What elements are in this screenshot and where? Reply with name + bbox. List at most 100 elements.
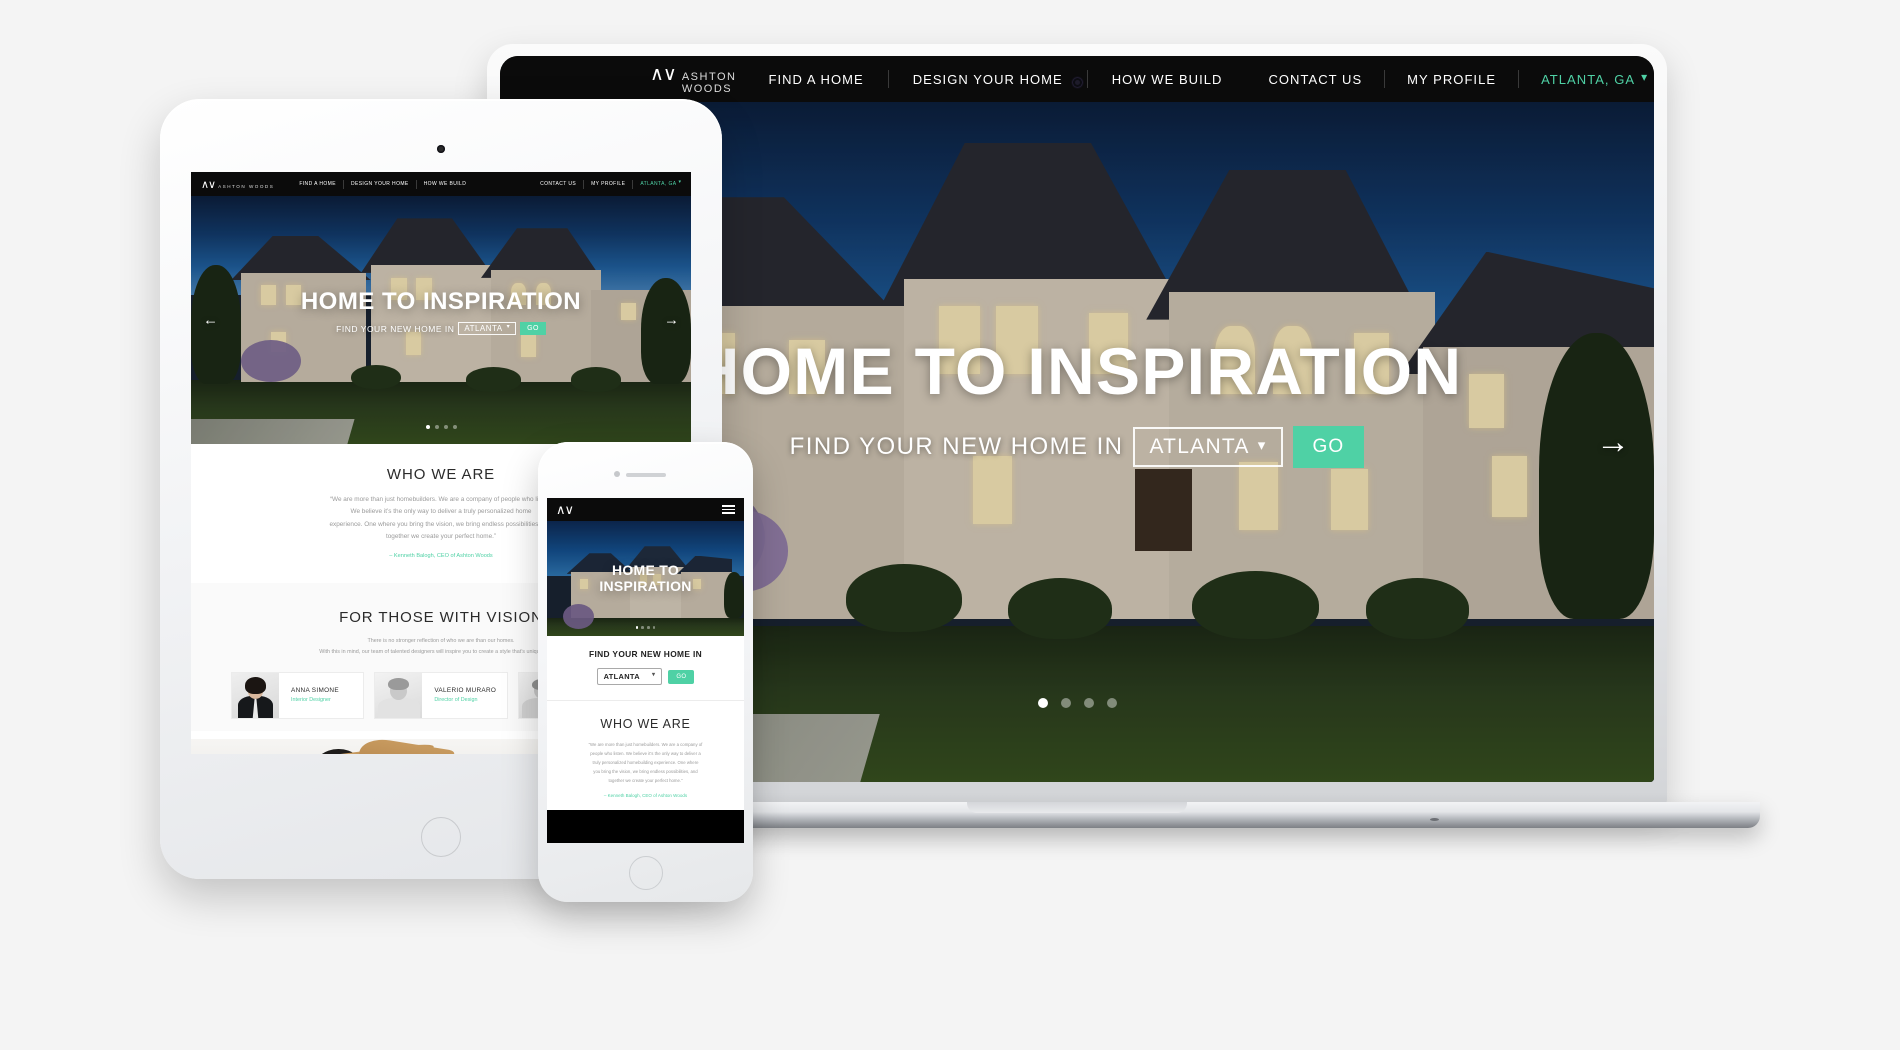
nav-link-my-profile[interactable]: MY PROFILE — [584, 181, 632, 187]
tablet-brand-logo[interactable]: ∧∨ ASHTON WOODS — [201, 178, 274, 191]
nav-location-selector[interactable]: ATLANTA, GA — [1519, 72, 1641, 87]
hero-title-line-2: INSPIRATION — [599, 578, 692, 594]
designer-photo — [375, 672, 423, 718]
chevron-down-icon: ▾ — [506, 324, 511, 330]
laptop-webcam-icon — [1072, 78, 1082, 87]
carousel-dot-3[interactable] — [443, 425, 448, 429]
who-we-are-attribution: – Kenneth Balogh, CEO of Ashton Woods — [603, 793, 688, 799]
tablet-hero-content: HOME TO INSPIRATION FIND YOUR NEW HOME I… — [191, 290, 691, 335]
carousel-dot-2[interactable] — [641, 626, 644, 629]
hero-search-form[interactable]: FIND YOUR NEW HOME IN ATLANTA ▾ GO — [191, 322, 691, 335]
carousel-dot-2[interactable] — [434, 425, 439, 429]
phone-search-form[interactable]: ATLANTA ▾ GO — [557, 668, 734, 685]
nav-link-design-your-home[interactable]: DESIGN YOUR HOME — [889, 72, 1087, 87]
carousel-dot-1[interactable] — [635, 626, 639, 629]
phone-search-label: FIND YOUR NEW HOME IN — [589, 649, 702, 659]
carousel-dot-4[interactable] — [452, 425, 457, 429]
phone-screen: ∧∨ HOME TO INSPIRATION FIND YOUR NEW HOM… — [547, 498, 744, 843]
go-button[interactable]: GO — [1292, 426, 1365, 468]
who-we-are-quote: “We are more than just homebuilders. We … — [561, 740, 730, 785]
designer-name: VALERIO MURARO — [434, 687, 497, 695]
aw-monogram-icon: ∧∨ — [650, 64, 677, 85]
designer-role: Director of Design — [434, 697, 478, 704]
carousel-dot-3[interactable] — [647, 626, 650, 629]
city-select[interactable]: ATLANTA ▾ — [458, 322, 517, 335]
carousel-dot-4[interactable] — [652, 626, 656, 629]
designer-role: Interior Designer — [291, 697, 331, 704]
designer-card[interactable]: ANNA SIMONE Interior Designer — [231, 671, 365, 719]
quote-line: you bring the vision, we bring endless p… — [593, 769, 698, 775]
laptop-trackpad-notch — [967, 802, 1187, 813]
designer-card[interactable]: VALERIO MURARO Director of Design — [374, 671, 508, 719]
phone-body: ∧∨ HOME TO INSPIRATION FIND YOUR NEW HOM… — [538, 442, 753, 902]
phone-search-section: FIND YOUR NEW HOME IN ATLANTA ▾ GO — [547, 636, 744, 701]
quote-line: “We are more than just homebuilders. We … — [588, 742, 703, 747]
hero-carousel-dots[interactable] — [547, 626, 744, 629]
phone-hero: HOME TO INSPIRATION — [547, 521, 744, 636]
chevron-down-icon: ▾ — [1257, 437, 1267, 454]
hero-prev-arrow[interactable]: ← — [203, 313, 218, 328]
phone-device: ∧∨ HOME TO INSPIRATION FIND YOUR NEW HOM… — [538, 442, 753, 902]
phone-camera-icon — [613, 471, 620, 477]
chevron-down-icon[interactable]: ▾ — [678, 179, 681, 185]
nav-link-how-we-build[interactable]: HOW WE BUILD — [417, 181, 474, 187]
quote-line: truly personalized homebuilding experien… — [592, 760, 699, 766]
chevron-down-icon: ▾ — [651, 672, 656, 678]
chevron-down-icon[interactable]: ▾ — [1641, 70, 1647, 84]
nav-link-my-profile[interactable]: MY PROFILE — [1385, 72, 1518, 87]
section-title-who-we-are: WHO WE ARE — [600, 717, 691, 731]
go-button[interactable]: GO — [520, 322, 546, 335]
quote-line: people who listen. We believe it’s the o… — [590, 751, 701, 757]
tablet-site-nav[interactable]: ∧∨ ASHTON WOODS FIND A HOME DESIGN YOUR … — [191, 172, 691, 196]
city-select[interactable]: ATLANTA ▾ — [1133, 427, 1283, 467]
hero-title-line-1: HOME TO — [611, 562, 680, 578]
carousel-dot-1[interactable] — [1037, 698, 1048, 708]
nav-location-selector[interactable]: ATLANTA, GA — [633, 181, 678, 187]
city-select[interactable]: ATLANTA ▾ — [596, 668, 663, 685]
scene-canvas: ∧∨ ASHTON WOODS FIND A HOME DESIGN YOUR … — [0, 0, 1900, 1050]
laptop-foot-right — [1430, 818, 1439, 821]
hero-carousel-dots[interactable] — [191, 425, 691, 429]
phone-who-we-are-section: WHO WE ARE “We are more than just homebu… — [547, 701, 744, 811]
tablet-hero: HOME TO INSPIRATION FIND YOUR NEW HOME I… — [191, 196, 691, 444]
city-select-value: ATLANTA — [603, 672, 640, 681]
designer-photo — [232, 672, 279, 718]
laptop-nav-utility[interactable]: CONTACT US MY PROFILE ATLANTA, GA ▾ — [1246, 70, 1647, 88]
phone-home-button[interactable] — [628, 856, 663, 890]
hero-next-arrow[interactable]: → — [1596, 425, 1630, 459]
city-select-value: ATLANTA — [1149, 435, 1250, 458]
carousel-dot-1[interactable] — [425, 425, 430, 429]
laptop-brand-logo[interactable]: ∧∨ ASHTON WOODS — [650, 63, 736, 95]
designer-info: VALERIO MURARO Director of Design — [422, 687, 496, 703]
carousel-dot-2[interactable] — [1060, 698, 1071, 708]
aw-monogram-icon[interactable]: ∧∨ — [556, 502, 574, 518]
nav-link-contact-us[interactable]: CONTACT US — [533, 181, 583, 187]
nav-link-find-a-home[interactable]: FIND A HOME — [292, 181, 343, 187]
aw-monogram-icon: ∧∨ — [201, 178, 216, 191]
nav-link-find-a-home[interactable]: FIND A HOME — [744, 72, 887, 87]
nav-link-how-we-build[interactable]: HOW WE BUILD — [1088, 72, 1247, 87]
hero-subtitle: FIND YOUR NEW HOME IN — [789, 433, 1124, 460]
quote-line: together we create your perfect home.” — [608, 778, 683, 784]
designer-info: ANNA SIMONE Interior Designer — [279, 687, 339, 703]
brand-wordmark: ASHTON WOODS — [681, 71, 737, 95]
tablet-nav-links[interactable]: FIND A HOME DESIGN YOUR HOME HOW WE BUIL… — [292, 179, 474, 189]
go-button[interactable]: GO — [668, 669, 695, 684]
hamburger-icon[interactable] — [722, 505, 735, 514]
tablet-nav-utility[interactable]: CONTACT US MY PROFILE ATLANTA, GA ▾ — [533, 179, 681, 189]
tablet-home-button[interactable] — [421, 817, 461, 857]
nav-link-design-your-home[interactable]: DESIGN YOUR HOME — [344, 181, 416, 187]
brand-wordmark: ASHTON WOODS — [218, 183, 275, 189]
hero-title: HOME TO INSPIRATION — [300, 288, 582, 315]
carousel-dot-4[interactable] — [1106, 698, 1117, 708]
gallery-item[interactable] — [191, 738, 551, 754]
carousel-dot-3[interactable] — [1083, 698, 1094, 708]
phone-site-nav[interactable]: ∧∨ — [547, 498, 744, 521]
designer-name: ANNA SIMONE — [291, 687, 339, 695]
hero-next-arrow[interactable]: → — [664, 313, 679, 328]
nav-link-contact-us[interactable]: CONTACT US — [1246, 72, 1384, 87]
tablet-camera-icon — [437, 145, 445, 153]
phone-hero-content: HOME TO INSPIRATION — [547, 563, 744, 593]
laptop-nav-links[interactable]: FIND A HOME DESIGN YOUR HOME HOW WE BUIL… — [744, 70, 1246, 88]
city-select-value: ATLANTA — [464, 324, 503, 333]
